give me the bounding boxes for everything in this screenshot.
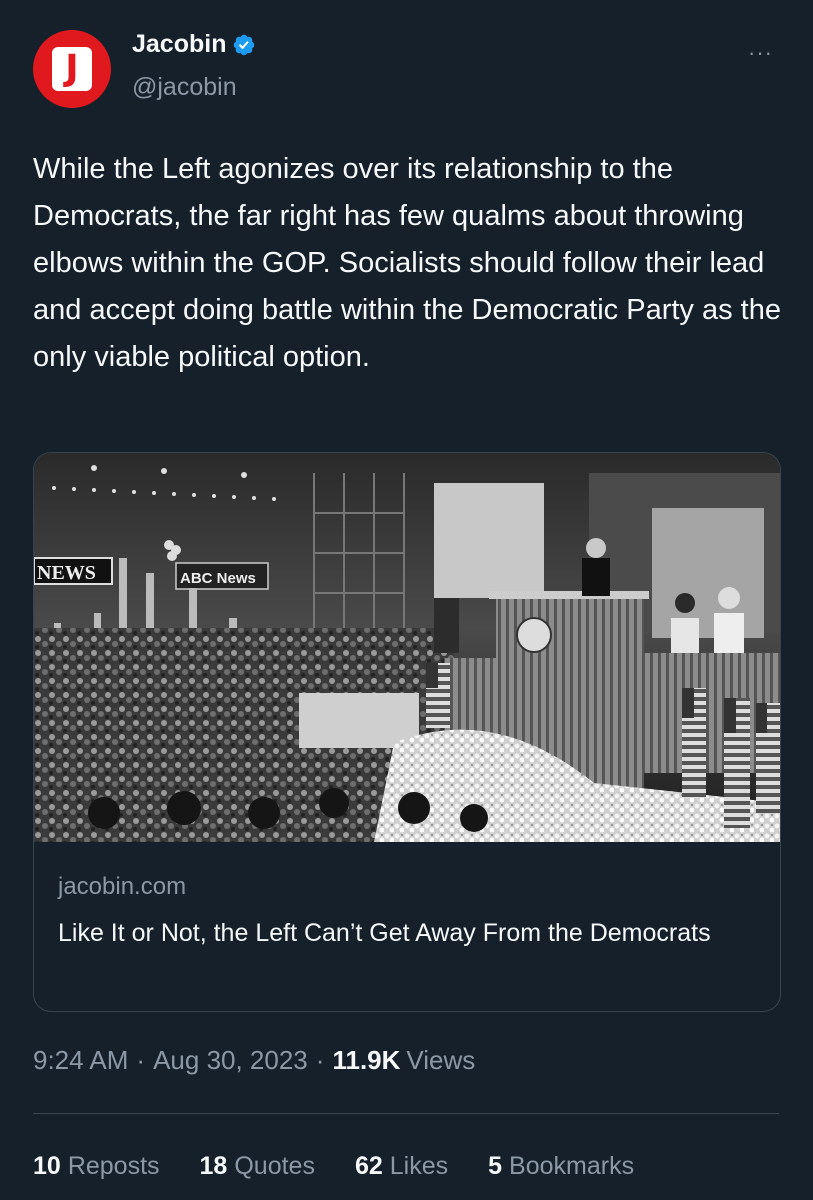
- meta-separator: ·: [315, 1045, 325, 1075]
- bookmarks-count: 5: [488, 1152, 503, 1180]
- tweet-date[interactable]: Aug 30, 2023: [153, 1045, 308, 1076]
- card-title: Like It or Not, the Left Can’t Get Away …: [58, 919, 711, 947]
- card-domain: jacobin.com: [58, 873, 187, 900]
- jacobin-logo: J: [52, 47, 92, 91]
- news-sign: NEWS: [37, 562, 96, 584]
- likes-count: 62: [354, 1152, 383, 1180]
- views-count[interactable]: 11.9K: [332, 1045, 400, 1076]
- quotes-stat[interactable]: 18 Quotes: [200, 1152, 315, 1181]
- verified-badge-icon[interactable]: [232, 33, 256, 57]
- divider: [33, 1113, 779, 1114]
- tweet-meta: 9:24 AM · Aug 30, 2023 · 11.9K Views: [33, 1045, 475, 1076]
- author-handle[interactable]: @jacobin: [132, 73, 237, 102]
- reposts-label: Reposts: [67, 1152, 160, 1180]
- avatar-letter: J: [65, 48, 79, 89]
- author-display-name[interactable]: Jacobin: [132, 30, 226, 59]
- likes-label: Likes: [389, 1152, 449, 1180]
- tweet-text: While the Left agonizes over its relatio…: [33, 153, 781, 373]
- meta-separator: ·: [136, 1045, 146, 1075]
- likes-stat[interactable]: 62 Likes: [355, 1152, 448, 1181]
- bookmarks-stat[interactable]: 5 Bookmarks: [488, 1152, 634, 1181]
- tweet-time[interactable]: 9:24 AM: [33, 1045, 128, 1076]
- reposts-count: 10: [33, 1152, 61, 1180]
- views-label[interactable]: Views: [406, 1045, 475, 1076]
- author-name-row: Jacobin: [132, 30, 256, 59]
- abc-news-sign: ABC News: [180, 570, 256, 587]
- link-card[interactable]: NEWS ABC News jacobin.com Like It or Not…: [33, 452, 781, 1012]
- quotes-label: Quotes: [234, 1152, 315, 1180]
- card-image[interactable]: NEWS ABC News: [34, 453, 780, 842]
- avatar[interactable]: J: [33, 30, 111, 108]
- bookmarks-label: Bookmarks: [509, 1152, 635, 1180]
- reposts-stat[interactable]: 10 Reposts: [33, 1152, 160, 1181]
- quotes-count: 18: [199, 1152, 228, 1180]
- engagement-stats: 10 Reposts 18 Quotes 62 Likes 5 Bookmarks: [33, 1152, 674, 1181]
- more-options-icon[interactable]: ···: [748, 40, 773, 66]
